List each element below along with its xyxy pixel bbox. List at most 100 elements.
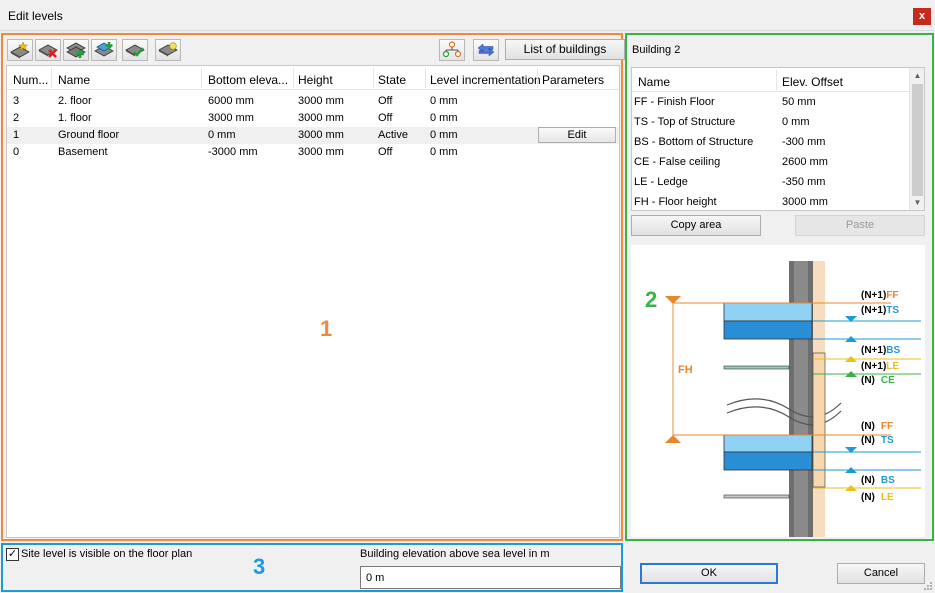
paste-button: Paste bbox=[795, 215, 925, 236]
level-properties-button[interactable] bbox=[155, 39, 181, 61]
offset-row[interactable]: CE - False ceiling 2600 mm bbox=[632, 152, 912, 172]
offset-row[interactable]: BS - Bottom of Structure -300 mm bbox=[632, 132, 912, 152]
level-offsets-diagram: FH (N+1)FF (N+1)TS (N+1)BS (N+1)LE (N) CE bbox=[631, 245, 925, 537]
site-level-visible-label: Site level is visible on the floor plan bbox=[21, 548, 193, 560]
col-level-incrementation[interactable]: Level incrementation bbox=[430, 73, 541, 87]
building-panel: Building 2 Name Elev. Offset FF - Finish… bbox=[625, 33, 934, 541]
label-n1-ts: (N+1)TS bbox=[861, 305, 899, 316]
cell-bottom: 3000 mm bbox=[208, 112, 254, 124]
offset-value: 0 mm bbox=[782, 116, 810, 128]
resize-grip-icon[interactable] bbox=[923, 581, 933, 591]
label-n1-bs: (N+1)BS bbox=[861, 345, 901, 356]
cancel-button[interactable]: Cancel bbox=[837, 563, 925, 584]
offset-row[interactable]: TS - Top of Structure 0 mm bbox=[632, 112, 912, 132]
cell-bottom: 0 mm bbox=[208, 129, 236, 141]
table-row[interactable]: 0 Basement -3000 mm 3000 mm Off 0 mm bbox=[7, 144, 619, 161]
label-n1-le: (N+1)LE bbox=[861, 361, 899, 372]
list-of-buildings-button[interactable]: List of buildings bbox=[505, 39, 625, 60]
table-row-selected[interactable]: 1 Ground floor 0 mm 3000 mm Active 0 mm … bbox=[7, 127, 619, 144]
levels-panel: List of buildings Num... Name Bottom ele… bbox=[1, 33, 625, 541]
level-tree-button[interactable] bbox=[439, 39, 465, 61]
section-drawing: FH (N+1)FF (N+1)TS (N+1)BS (N+1)LE (N) CE bbox=[645, 261, 921, 537]
offset-value: 2600 mm bbox=[782, 156, 828, 168]
cell-incr: 0 mm bbox=[430, 146, 458, 158]
scroll-down-icon[interactable]: ▼ bbox=[910, 195, 924, 210]
cell-state: Active bbox=[378, 129, 408, 141]
col-height[interactable]: Height bbox=[298, 73, 333, 87]
upper-slab-structure bbox=[723, 320, 813, 340]
cell-num: 1 bbox=[13, 129, 20, 141]
lower-slab-finish bbox=[723, 434, 813, 453]
cell-state: Off bbox=[378, 112, 393, 124]
cell-state: Off bbox=[378, 95, 393, 107]
scrollbar-thumb[interactable] bbox=[912, 84, 923, 196]
scroll-up-icon[interactable]: ▲ bbox=[910, 68, 924, 83]
label-n-bs: (N) BS bbox=[861, 475, 895, 486]
offset-value: 3000 mm bbox=[782, 196, 828, 208]
levels-table: Num... Name Bottom eleva... Height State… bbox=[6, 65, 620, 538]
col-elev-offset[interactable]: Elev. Offset bbox=[782, 75, 843, 89]
levels-table-header: Num... Name Bottom eleva... Height State… bbox=[7, 66, 619, 90]
offset-name: TS - Top of Structure bbox=[634, 116, 736, 128]
ledge bbox=[812, 352, 826, 488]
ok-button[interactable]: OK bbox=[640, 563, 778, 584]
offset-name: FH - Floor height bbox=[634, 196, 717, 208]
cell-name: 2. floor bbox=[58, 95, 92, 107]
elevation-input[interactable]: 0 m bbox=[360, 566, 621, 589]
cell-num: 2 bbox=[13, 112, 20, 124]
level-tree-icon bbox=[442, 41, 462, 58]
offset-name: CE - False ceiling bbox=[634, 156, 721, 168]
upper-ceiling bbox=[723, 365, 790, 370]
delete-level-icon bbox=[38, 44, 58, 58]
add-level-above-button[interactable] bbox=[91, 39, 117, 61]
add-level-below-button[interactable] bbox=[63, 39, 89, 61]
cell-height: 3000 mm bbox=[298, 129, 344, 141]
cell-incr: 0 mm bbox=[430, 129, 458, 141]
add-level-below-icon bbox=[66, 42, 86, 58]
offset-row[interactable]: FF - Finish Floor 50 mm bbox=[632, 92, 912, 112]
add-level-above-icon bbox=[94, 42, 114, 57]
fh-label: FH bbox=[678, 364, 693, 376]
close-button[interactable]: x bbox=[913, 8, 931, 25]
table-row[interactable]: 3 2. floor 6000 mm 3000 mm Off 0 mm bbox=[7, 93, 619, 110]
new-level-button[interactable] bbox=[7, 39, 33, 61]
col-name[interactable]: Name bbox=[58, 73, 90, 87]
col-parameters[interactable]: Parameters bbox=[542, 73, 604, 87]
annotation-3: 3 bbox=[253, 554, 266, 579]
cell-incr: 0 mm bbox=[430, 112, 458, 124]
edit-parameters-button[interactable]: Edit bbox=[538, 127, 616, 143]
col-bottom-elevation[interactable]: Bottom eleva... bbox=[208, 73, 292, 87]
offset-row[interactable]: FH - Floor height 3000 mm bbox=[632, 192, 912, 210]
offsets-table-header: Name Elev. Offset bbox=[632, 68, 912, 92]
cell-state: Off bbox=[378, 146, 393, 158]
cell-incr: 0 mm bbox=[430, 95, 458, 107]
copy-area-button[interactable]: Copy area bbox=[631, 215, 761, 236]
label-n-ce: (N) CE bbox=[861, 375, 895, 386]
cell-num: 3 bbox=[13, 95, 20, 107]
new-level-icon bbox=[10, 41, 30, 59]
offset-row[interactable]: LE - Ledge -350 mm bbox=[632, 172, 912, 192]
edit-level-icon bbox=[125, 44, 145, 57]
cell-height: 3000 mm bbox=[298, 112, 344, 124]
cell-num: 0 bbox=[13, 146, 20, 158]
label-n-le: (N) LE bbox=[861, 492, 894, 503]
delete-level-button[interactable] bbox=[35, 39, 61, 61]
edit-level-button[interactable] bbox=[122, 39, 148, 61]
table-row[interactable]: 2 1. floor 3000 mm 3000 mm Off 0 mm bbox=[7, 110, 619, 127]
lower-slab-structure bbox=[723, 451, 813, 471]
col-offset-name[interactable]: Name bbox=[638, 75, 670, 89]
label-n-ts: (N) TS bbox=[861, 435, 894, 446]
cell-name: 1. floor bbox=[58, 112, 92, 124]
col-number[interactable]: Num... bbox=[13, 73, 49, 87]
col-state[interactable]: State bbox=[378, 73, 406, 87]
site-level-visible-checkbox[interactable]: ✓ bbox=[6, 548, 19, 561]
swap-arrows-button[interactable] bbox=[473, 39, 499, 61]
offset-name: FF - Finish Floor bbox=[634, 96, 715, 108]
cell-bottom: -3000 mm bbox=[208, 146, 258, 158]
window-title: Edit levels bbox=[8, 9, 63, 23]
label-n1-ff: (N+1)FF bbox=[861, 290, 899, 301]
building-name: Building 2 bbox=[632, 44, 681, 56]
cell-name: Basement bbox=[58, 146, 108, 158]
offsets-scrollbar[interactable]: ▲ ▼ bbox=[909, 68, 924, 210]
offsets-table: Name Elev. Offset FF - Finish Floor 50 mm… bbox=[631, 67, 925, 211]
